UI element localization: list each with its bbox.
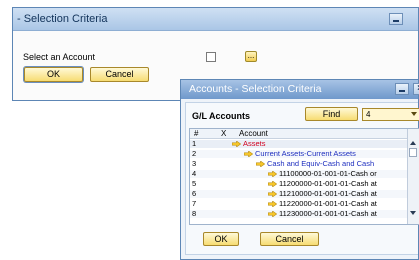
scroll-thumb[interactable] [409,148,417,157]
select-account-label: Select an Account [23,52,96,62]
table-row[interactable]: 8 11230000-01-001-01-Cash at [190,210,408,218]
row-select-cell[interactable] [208,150,222,158]
cancel-button[interactable]: Cancel [90,67,149,82]
table-row[interactable]: 7 11220000-01-001-01-Cash at [190,200,408,208]
row-number: 1 [192,139,197,148]
column-header-number: # [194,129,199,138]
table-row[interactable]: 6 11210000-01-001-01-Cash at [190,190,408,198]
account-cell: 11210000-01-001-01-Cash at [268,190,377,198]
cancel-button[interactable]: Cancel [260,232,319,246]
scroll-down-icon[interactable] [410,211,416,215]
account-name: 11200000-01-001-01-Cash at [279,179,377,188]
row-select-cell[interactable] [208,190,222,198]
account-cell: Current Assets-Current Assets [244,150,356,158]
column-header-x: X [221,129,227,138]
table-row[interactable]: 4 11100000-01-001-01-Cash or [190,170,408,178]
account-name: 11210000-01-001-01-Cash at [279,189,377,198]
account-cell: Cash and Equiv-Cash and Cash [256,160,374,168]
row-number: 8 [192,209,197,218]
dialog-title: Accounts - Selection Criteria [189,83,322,95]
account-name: 11220000-01-001-01-Cash at [279,199,377,208]
accounts-selection-dialog: Accounts - Selection Criteria × G/L Acco… [180,79,419,260]
ok-button[interactable]: OK [203,232,239,246]
account-cell: 11100000-01-001-01-Cash or [268,170,377,178]
select-account-checkbox[interactable] [206,52,216,62]
account-cell: 11230000-01-001-01-Cash at [268,210,377,218]
row-number: 5 [192,179,197,188]
row-number: 4 [192,169,197,178]
section-label: G/L Accounts [192,111,251,121]
yellow-arrow-icon[interactable] [268,191,277,198]
account-cell: 11200000-01-001-01-Cash at [268,180,377,188]
close-icon[interactable]: × [413,83,419,95]
yellow-arrow-icon[interactable] [232,141,241,148]
scroll-up-icon[interactable] [410,141,416,145]
grid-header: # X Account [190,129,419,139]
yellow-arrow-icon[interactable] [268,211,277,218]
yellow-arrow-icon[interactable] [256,161,265,168]
row-number: 6 [192,189,197,198]
yellow-arrow-icon[interactable] [268,171,277,178]
dialog-title-bar: - Selection Criteria [13,8,418,31]
row-number: 7 [192,199,197,208]
account-name: Current Assets-Current Assets [255,149,356,158]
browse-ellipsis-button[interactable]: ... [245,51,257,62]
yellow-arrow-icon[interactable] [268,181,277,188]
dialog-title: - Selection Criteria [17,13,108,25]
yellow-arrow-icon[interactable] [268,201,277,208]
row-select-cell[interactable] [208,140,222,148]
row-number: 2 [192,149,197,158]
account-name: Assets [243,139,266,148]
account-cell: 11220000-01-001-01-Cash at [268,200,377,208]
minimize-icon[interactable] [389,13,403,25]
account-name: 11230000-01-001-01-Cash at [279,209,377,218]
dropdown-arrow-icon[interactable] [411,112,417,116]
find-button[interactable]: Find [305,107,358,121]
ok-button[interactable]: OK [24,67,83,82]
row-number: 3 [192,159,197,168]
column-header-account: Account [239,129,268,138]
table-row[interactable]: 5 11200000-01-001-01-Cash at [190,180,408,188]
row-select-cell[interactable] [208,210,222,218]
row-select-cell[interactable] [208,180,222,188]
row-select-cell[interactable] [208,160,222,168]
yellow-arrow-icon[interactable] [244,151,253,158]
table-row[interactable]: 2 Current Assets-Current Assets [190,150,408,158]
table-row[interactable]: 3 Cash and Equiv-Cash and Cash [190,160,408,168]
vertical-scrollbar[interactable] [407,129,419,224]
dialog-title-bar: Accounts - Selection Criteria [181,80,418,99]
account-name: 11100000-01-001-01-Cash or [279,169,377,178]
minimize-icon[interactable] [395,83,409,95]
accounts-grid: # X Account 1 Assets 2 Current Assets-Curre… [189,128,419,225]
table-row[interactable]: 1 Assets [190,140,408,148]
row-select-cell[interactable] [208,200,222,208]
find-field[interactable]: 4 [362,108,419,121]
account-name: Cash and Equiv-Cash and Cash [267,159,375,168]
find-value: 4 [366,110,371,119]
row-select-cell[interactable] [208,170,222,178]
account-cell: Assets [232,140,266,148]
